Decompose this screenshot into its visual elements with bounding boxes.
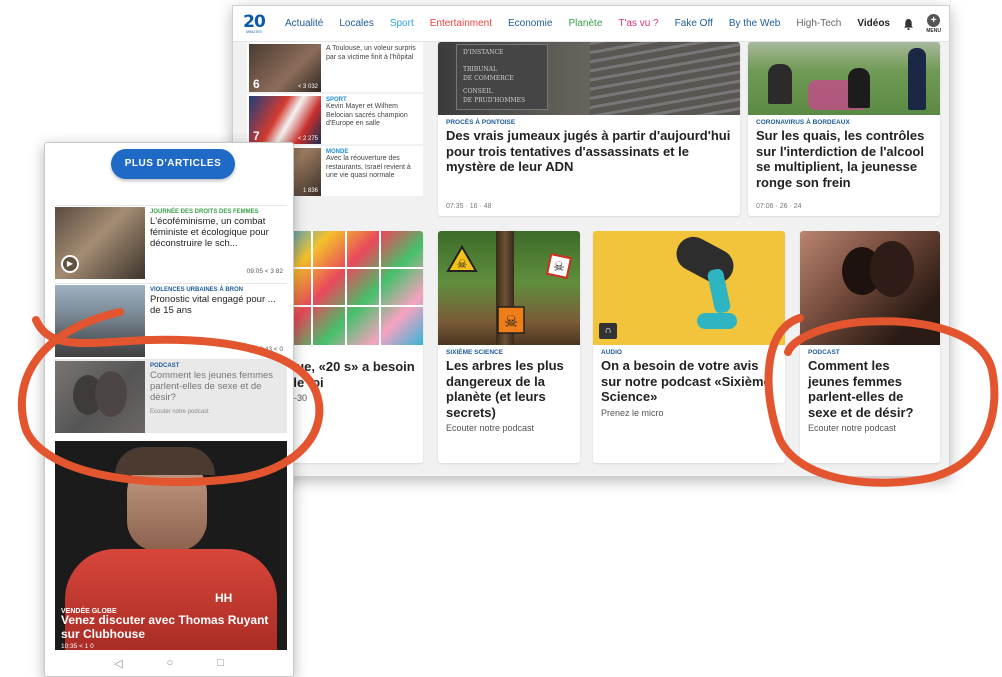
article-meta: 07:35 · 16 · 48	[446, 203, 492, 210]
couple-silhouette-photo	[800, 231, 940, 345]
nav-item-videos[interactable]: Vidéos	[857, 18, 890, 29]
article-meta: 10:43 < 0	[255, 346, 283, 353]
top-navigation-bar: 20 MINUTES Actualité Locales Sport Enter…	[233, 6, 949, 42]
hero-article-card[interactable]: HH VENDÉE GLOBE Venez discuter avec Thom…	[55, 441, 287, 651]
article-thumbnail: 7 < 2 275	[249, 96, 321, 144]
list-item[interactable]: VIOLENCES URBAINES À BRON Pronostic vita…	[55, 283, 287, 357]
desktop-browser-window: 20 MINUTES Actualité Locales Sport Enter…	[232, 5, 950, 477]
microphone-photo: ∩	[593, 231, 785, 345]
article-card[interactable]: ∩ AUDIO On a besoin de votre avis sur no…	[593, 231, 785, 463]
nav-item-entertainment[interactable]: Entertainment	[430, 18, 492, 29]
trees-photo: ☠ ☠ ☠	[438, 231, 580, 345]
mobile-screen: PLUS D'ARTICLES ▶ JOURNÉE DES DROITS DES…	[44, 142, 294, 677]
crowd-photo	[748, 42, 940, 115]
article-thumbnail	[55, 285, 145, 357]
more-articles-button[interactable]: PLUS D'ARTICLES	[111, 149, 235, 179]
trending-item[interactable]: 6 < 3 032 A Toulouse, un voleur surpris …	[247, 42, 423, 94]
nav-item-fake-off[interactable]: Fake Off	[675, 18, 713, 29]
article-card[interactable]: CORONAVIRUS À BORDEAUX Sur les quais, le…	[748, 42, 940, 216]
article-card[interactable]: D'INSTANCE TRIBUNAL DE COMMERCE CONSEIL …	[438, 42, 740, 216]
article-meta: 07:06 · 26 · 24	[756, 203, 802, 210]
toxic-sign-icon: ☠	[497, 306, 525, 334]
android-nav-bar: ◁ ○ □	[45, 650, 293, 676]
article-meta: 09:05 < 3 82	[246, 268, 283, 275]
back-icon[interactable]: ◁	[114, 657, 122, 670]
nav-item-planete[interactable]: Planète	[568, 18, 602, 29]
list-item-podcast[interactable]: PODCAST Comment les jeunes femmes parlen…	[55, 359, 287, 433]
tribunal-sign-image: D'INSTANCE TRIBUNAL DE COMMERCE CONSEIL …	[438, 42, 740, 115]
svg-text:☠: ☠	[457, 257, 468, 271]
hazard-triangle-icon: ☠	[446, 245, 478, 272]
article-card[interactable]: eue, «20 s» a besoin de toi 5-30	[281, 231, 423, 463]
list-item[interactable]: ▶ JOURNÉE DES DROITS DES FEMMES L'écofém…	[55, 205, 287, 279]
nav-item-sport[interactable]: Sport	[390, 18, 414, 29]
nav-item-by-the-web[interactable]: By the Web	[729, 18, 781, 29]
article-thumbnail: 6 < 3 032	[249, 44, 321, 92]
plus-icon: +	[927, 13, 941, 27]
article-card[interactable]: ☠ ☠ ☠ SIXIÈME SCIENCE Les arbres les plu…	[438, 231, 580, 463]
trending-item[interactable]: 7 < 2 275 SPORT Kevin Mayer et Wilhem Be…	[247, 94, 423, 146]
bell-icon[interactable]	[903, 18, 914, 30]
nav-item-high-tech[interactable]: High-Tech	[796, 18, 841, 29]
article-thumbnail: ▶	[55, 207, 145, 279]
site-logo[interactable]: 20 MINUTES	[241, 10, 267, 38]
home-icon[interactable]: ○	[167, 657, 174, 669]
couple-silhouette-thumbnail	[55, 361, 145, 433]
toxic-sign-icon: ☠	[546, 253, 572, 279]
article-card-podcast[interactable]: PODCAST Comment les jeunes femmes parlen…	[800, 231, 940, 463]
composite-screenshot: 20 MINUTES Actualité Locales Sport Enter…	[0, 0, 1002, 677]
article-meta: 10:35 < 1 0	[61, 643, 94, 650]
menu-button[interactable]: + MENU	[926, 13, 941, 34]
nav-item-locales[interactable]: Locales	[339, 18, 373, 29]
svg-text:☠: ☠	[553, 259, 565, 274]
nav-item-actualite[interactable]: Actualité	[285, 18, 323, 29]
play-icon[interactable]: ▶	[61, 255, 79, 273]
nav-item-economie[interactable]: Economie	[508, 18, 552, 29]
svg-text:☠: ☠	[504, 314, 518, 331]
nav-item-tas-vu[interactable]: T'as vu ?	[618, 18, 658, 29]
headphones-icon: ∩	[599, 323, 617, 339]
brand-logo: HH	[215, 591, 233, 605]
photo-grid-image	[281, 231, 423, 345]
recents-icon[interactable]: □	[217, 657, 224, 669]
